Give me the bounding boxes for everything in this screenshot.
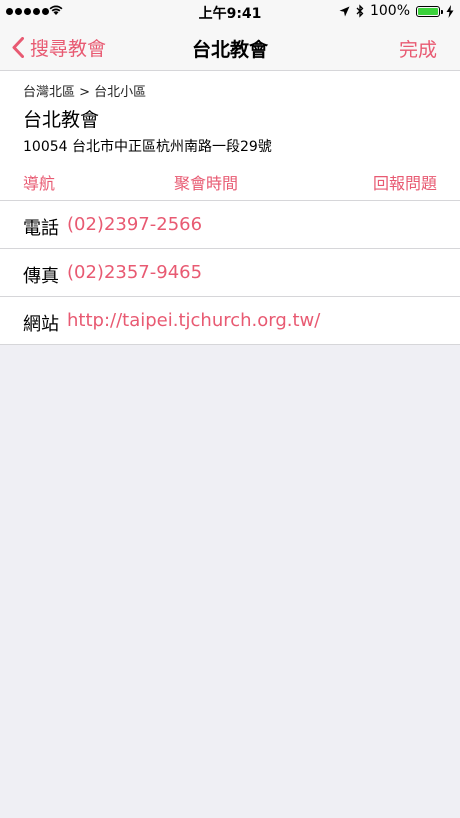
fax-row[interactable]: 傳真 (02)2357-9465 (0, 249, 460, 297)
charging-bolt-icon (446, 4, 454, 18)
church-info-card: 台灣北區 > 台北小區 台北教會 10054 台北市中正區杭州南路一段29號 導… (0, 71, 460, 201)
phone-label: 電話 (23, 218, 59, 239)
status-right: 100% (339, 3, 454, 19)
navigation-bar: 搜尋教會 台北教會 完成 (0, 24, 460, 70)
church-address: 10054 台北市中正區杭州南路一段29號 (23, 139, 272, 155)
breadcrumb: 台灣北區 > 台北小區 (23, 85, 147, 100)
done-button[interactable]: 完成 (399, 35, 437, 62)
battery-icon (416, 5, 443, 17)
meeting-times-label[interactable]: 聚會時間 (174, 174, 238, 193)
top-bar: 上午9:41 100% 搜尋教會 台北教會 完成 (0, 0, 460, 71)
church-name: 台北教會 (23, 109, 100, 131)
website-row[interactable]: 網站 http://taipei.tjchurch.org.tw/ (0, 297, 460, 345)
website-label: 網站 (23, 314, 59, 335)
phone-value[interactable]: (02)2397-2566 (67, 214, 202, 235)
fax-label: 傳真 (23, 266, 59, 287)
status-bar: 上午9:41 100% (0, 0, 460, 24)
bluetooth-icon (356, 4, 364, 18)
meeting-times-link: 聚會時間 (0, 170, 412, 194)
battery-percent: 100% (369, 3, 410, 19)
action-links: 導航 聚會時間 回報問題 (0, 170, 460, 194)
website-value[interactable]: http://taipei.tjchurch.org.tw/ (67, 310, 320, 331)
location-arrow-icon (339, 6, 350, 16)
report-issue-link[interactable]: 回報問題 (373, 170, 437, 194)
page-title: 台北教會 (191, 39, 268, 61)
phone-row[interactable]: 電話 (02)2397-2566 (0, 201, 460, 249)
fax-value[interactable]: (02)2357-9465 (67, 262, 202, 283)
